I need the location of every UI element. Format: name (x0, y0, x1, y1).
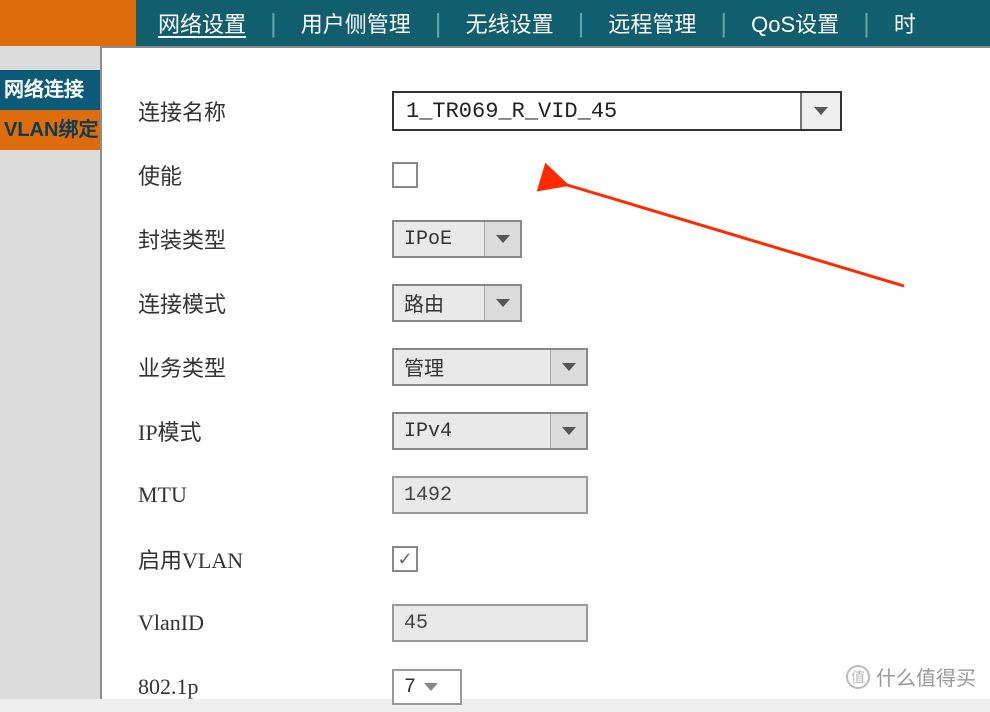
tab-wireless-settings[interactable]: 无线设置 (444, 0, 576, 46)
encapsulation-label: 封装类型 (138, 223, 392, 255)
sidebar-item-network-connection[interactable]: 网络连接 (0, 70, 100, 110)
tab-user-management[interactable]: 用户侧管理 (279, 0, 433, 46)
enable-checkbox[interactable] (392, 162, 418, 188)
chevron-down-icon[interactable] (550, 414, 586, 448)
service-type-value: 管理 (394, 352, 550, 382)
connection-mode-label: 连接模式 (138, 287, 392, 319)
enable-label: 使能 (138, 159, 392, 191)
tab-qos-settings[interactable]: QoS设置 (729, 0, 861, 46)
chevron-down-icon[interactable] (484, 286, 520, 320)
tab-network-settings[interactable]: 网络设置 (136, 0, 268, 46)
connection-name-value: 1_TR069_R_VID_45 (394, 99, 800, 124)
nav-separator: | (861, 8, 872, 39)
annotation-arrow (524, 106, 944, 306)
sidebar: 网络连接 VLAN绑定 (0, 46, 100, 699)
encapsulation-value: IPoE (394, 228, 484, 251)
service-type-label: 业务类型 (138, 351, 392, 383)
enable-vlan-checkbox[interactable] (392, 546, 418, 572)
chevron-down-icon[interactable] (484, 222, 520, 256)
vlanid-label: VlanID (138, 610, 392, 636)
connection-mode-value: 路由 (394, 288, 484, 318)
chevron-down-icon[interactable] (800, 93, 840, 129)
watermark-icon: 值 (846, 665, 870, 689)
enable-vlan-label: 启用VLAN (138, 543, 392, 575)
dot1p-label: 802.1p (138, 674, 392, 700)
mtu-input[interactable]: 1492 (392, 476, 588, 514)
encapsulation-select[interactable]: IPoE (392, 220, 522, 258)
tab-time-truncated[interactable]: 时 (872, 0, 938, 46)
watermark: 值 什么值得买 (846, 662, 976, 691)
nav-separator: | (268, 8, 279, 39)
mtu-label: MTU (138, 482, 392, 508)
chevron-down-icon[interactable] (550, 350, 586, 384)
nav-separator: | (576, 8, 587, 39)
ip-mode-value: IPv4 (394, 420, 550, 443)
nav-separator: | (433, 8, 444, 39)
main-panel: 连接名称 1_TR069_R_VID_45 使能 封装类型 IPoE 连接模式 … (102, 46, 990, 699)
sidebar-item-vlan-binding[interactable]: VLAN绑定 (0, 110, 100, 150)
watermark-text: 什么值得买 (876, 662, 976, 691)
nav-separator: | (718, 8, 729, 39)
logo-block (0, 0, 136, 46)
vlanid-input[interactable]: 45 (392, 604, 588, 642)
connection-name-select[interactable]: 1_TR069_R_VID_45 (392, 91, 842, 131)
connection-mode-select[interactable]: 路由 (392, 284, 522, 322)
connection-name-label: 连接名称 (138, 95, 392, 127)
top-navigation: 网络设置 | 用户侧管理 | 无线设置 | 远程管理 | QoS设置 | 时 (0, 0, 990, 46)
dot1p-value: 7 (404, 676, 416, 699)
tab-remote-management[interactable]: 远程管理 (586, 0, 718, 46)
ip-mode-select[interactable]: IPv4 (392, 412, 588, 450)
dot1p-select[interactable]: 7 (392, 669, 462, 705)
ip-mode-label: IP模式 (138, 415, 392, 447)
service-type-select[interactable]: 管理 (392, 348, 588, 386)
chevron-down-icon (424, 683, 438, 691)
